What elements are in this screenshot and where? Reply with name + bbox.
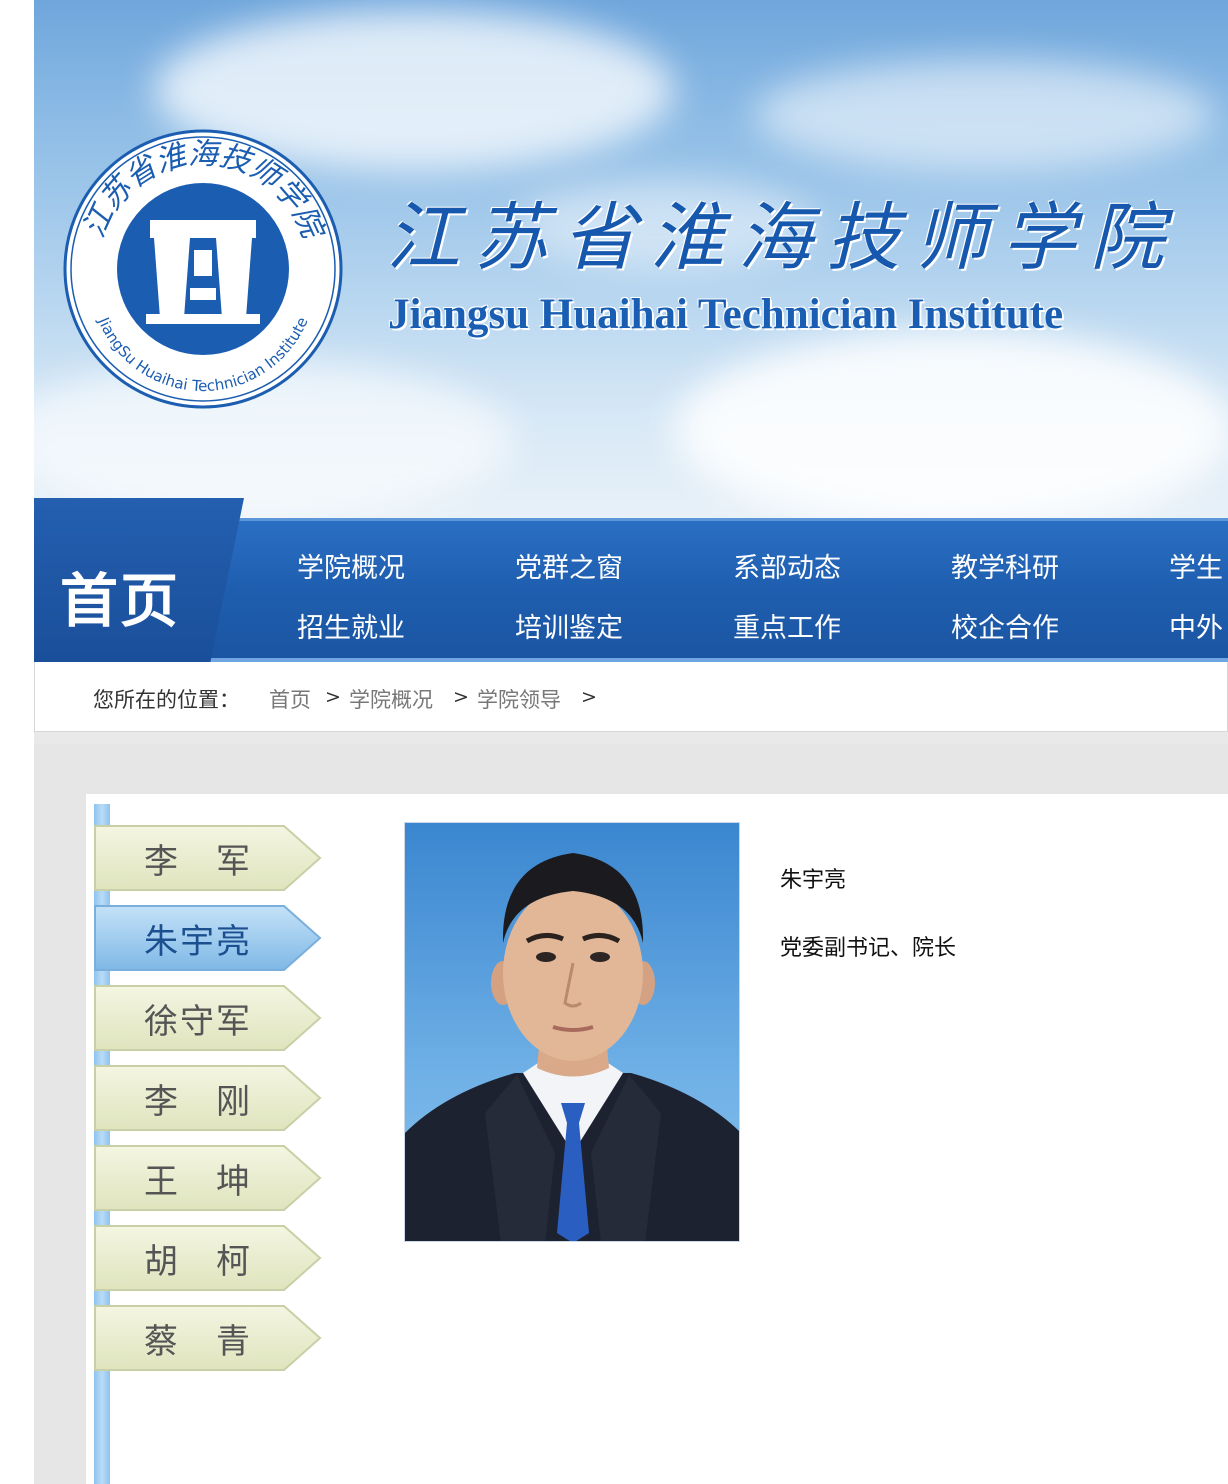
cloud-decoration [674, 330, 1228, 520]
nav-home-label[interactable]: 首页 [60, 554, 180, 638]
header-banner: 江苏省淮海技师学院 JiangSu Huaihai Technician Ins… [34, 0, 1228, 520]
breadcrumb: 您所在的位置： 首页 > 学院概况 > 学院领导 > [34, 662, 1228, 732]
nav-item-party[interactable]: 党群之窗 [515, 546, 623, 585]
breadcrumb-overview-link[interactable]: 学院概况 [349, 684, 433, 714]
nav-item-students[interactable]: 学生 [1169, 546, 1223, 585]
nav-item-overview[interactable]: 学院概况 [297, 546, 405, 585]
institute-title-en: Jiangsu Huaihai Technician Institute [388, 291, 1064, 338]
content-frame: 李 军朱宇亮 徐守军李 刚王 坤胡 柯蔡 青 朱宇亮 党委副书记、院长 [34, 744, 1228, 1484]
portrait-photo-image [405, 823, 739, 1241]
nav-home-tab[interactable]: 首页 [34, 498, 244, 662]
leader-tab[interactable]: 李 军 [94, 822, 322, 894]
institute-title-cn: 江苏省淮海技师学院 [386, 195, 1178, 281]
leader-name[interactable]: 李 军 [144, 834, 252, 883]
nav-item-international[interactable]: 中外 [1169, 606, 1223, 645]
leader-name[interactable]: 徐守军 [144, 994, 252, 1043]
nav-item-admissions[interactable]: 招生就业 [297, 606, 405, 645]
leader-tab[interactable]: 蔡 青 [94, 1302, 322, 1374]
main-nav: 首页 学院概况 党群之窗 系部动态 教学科研 学生 招生就业 培训鉴定 重点工作… [34, 498, 1228, 662]
leader-name[interactable]: 李 刚 [144, 1074, 252, 1123]
leader-tab[interactable]: 朱宇亮 [94, 902, 322, 974]
breadcrumb-home-link[interactable]: 首页 [269, 684, 311, 714]
page: 江苏省淮海技师学院 JiangSu Huaihai Technician Ins… [34, 0, 1228, 1484]
leader-tab[interactable]: 胡 柯 [94, 1222, 322, 1294]
profile-name: 朱宇亮 [780, 868, 847, 893]
nav-item-training[interactable]: 培训鉴定 [515, 606, 623, 645]
leader-tab[interactable]: 王 坤 [94, 1142, 322, 1214]
institute-logo[interactable]: 江苏省淮海技师学院 JiangSu Huaihai Technician Ins… [62, 128, 344, 410]
leader-name[interactable]: 王 坤 [144, 1154, 252, 1203]
leader-name[interactable]: 朱宇亮 [144, 914, 252, 963]
portrait-photo [404, 822, 740, 1242]
breadcrumb-leaders-link[interactable]: 学院领导 [477, 684, 561, 714]
profile-position: 党委副书记、院长 [780, 936, 957, 961]
breadcrumb-separator: > [581, 686, 597, 708]
breadcrumb-separator: > [325, 686, 341, 708]
breadcrumb-lead: 您所在的位置： [93, 688, 240, 712]
nav-item-key-work[interactable]: 重点工作 [733, 606, 841, 645]
leader-tab[interactable]: 徐守军 [94, 982, 322, 1054]
leader-name[interactable]: 胡 柯 [144, 1234, 252, 1283]
cloud-decoration [754, 60, 1214, 170]
leader-tab[interactable]: 李 刚 [94, 1062, 322, 1134]
nav-item-teaching[interactable]: 教学科研 [951, 546, 1059, 585]
breadcrumb-separator: > [453, 686, 469, 708]
nav-item-cooperation[interactable]: 校企合作 [951, 606, 1059, 645]
nav-item-departments[interactable]: 系部动态 [733, 546, 841, 585]
content-panel: 李 军朱宇亮 徐守军李 刚王 坤胡 柯蔡 青 朱宇亮 党委副书记、院长 [86, 794, 1228, 1484]
leader-name[interactable]: 蔡 青 [144, 1314, 252, 1363]
